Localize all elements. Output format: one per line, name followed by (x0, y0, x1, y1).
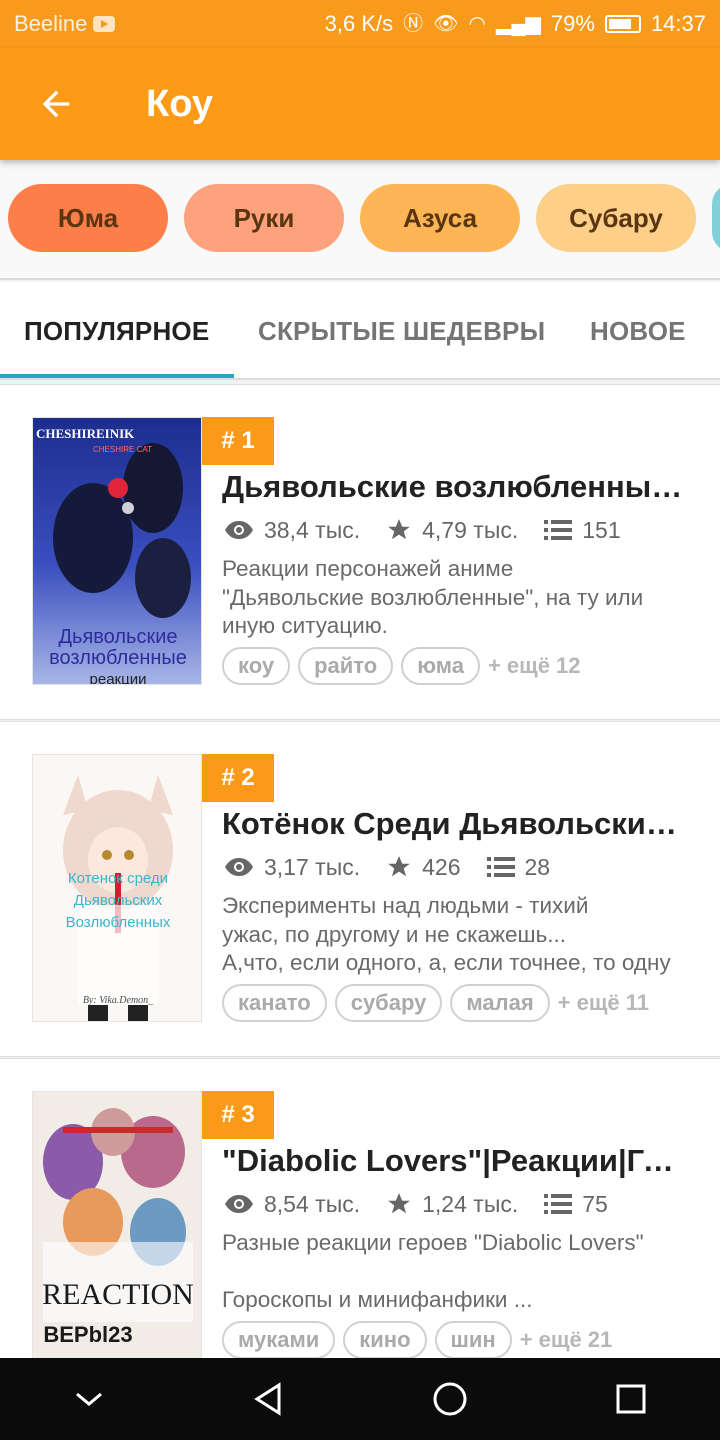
hide-nav-chevron-icon[interactable] (74, 1389, 104, 1409)
cover-text-main3: реакции (90, 671, 147, 685)
cover-text-sub: CHESHIRE CAT (93, 445, 152, 454)
story-card[interactable]: REACTION BEPbl23 # 3 "Diabolic Lovers"|Р… (0, 1058, 720, 1394)
tab-new[interactable]: НОВОЕ (590, 282, 686, 380)
star-icon (388, 1193, 410, 1214)
star-icon (388, 856, 410, 877)
system-nav-bar (0, 1358, 720, 1440)
home-circle-icon[interactable] (432, 1381, 468, 1417)
rank-badge: # 3 (202, 1091, 274, 1139)
eye-icon (225, 858, 253, 876)
tag-chip[interactable]: субару (334, 984, 443, 1022)
story-cover-image: CHESHIREINIK CHESHIRE CAT Дьявольские во… (32, 417, 202, 685)
story-tags: муками кино шин + ещё 21 (222, 1321, 612, 1359)
page-title: Коу (146, 82, 214, 125)
more-tags[interactable]: + ещё 21 (520, 1327, 613, 1353)
tag-chip[interactable]: райто (298, 647, 394, 685)
arrow-back-icon (42, 90, 70, 118)
story-title: Дьявольские возлюбленные: реакции (222, 469, 692, 504)
story-description: Разные реакции героев "Diabolic Lovers" … (222, 1230, 644, 1312)
app-bar: Коу (0, 48, 720, 160)
views-count: 8,54 тыс. (264, 1190, 361, 1217)
story-card[interactable]: CHESHIREINIK CHESHIRE CAT Дьявольские во… (0, 384, 720, 720)
story-tags: канато субару малая + ещё 11 (222, 984, 649, 1022)
story-card[interactable]: Котенок среди Дьявольских Возлюбленных B… (0, 721, 720, 1057)
stars-count: 4,79 тыс. (422, 516, 519, 543)
chip-subaru[interactable]: Субару (536, 184, 696, 252)
story-stats: 3,17 тыс. 426 28 (224, 850, 576, 884)
parts-count: 75 (582, 1190, 608, 1217)
story-title: "Diabolic Lovers"|Реакции|Гороскопы (222, 1143, 692, 1178)
chip-ruki[interactable]: Руки (184, 184, 344, 252)
story-tags: коу райто юма + ещё 12 (222, 647, 581, 685)
tag-chip[interactable]: юма (401, 647, 480, 685)
list-icon (486, 857, 515, 877)
cover-text-main1: Дьявольские (58, 626, 177, 648)
battery-percent: 79% (550, 11, 595, 36)
cover-text-main2: BEPbl23 (43, 1322, 132, 1347)
cover-text-main2: Дьявольских (74, 892, 163, 909)
story-stats: 8,54 тыс. 1,24 тыс. 75 (224, 1187, 634, 1221)
cover-text-top: CHESHIREINIK (36, 426, 135, 441)
tag-chip[interactable]: шин (434, 1321, 512, 1359)
tag-chip[interactable]: канато (222, 984, 327, 1022)
story-title: Котёнок Среди Дьявольских Возлюбленных (222, 806, 692, 841)
youtube-notification-icon (93, 16, 116, 32)
views-count: 3,17 тыс. (264, 853, 361, 880)
battery-icon (604, 15, 641, 33)
list-icon (544, 520, 573, 540)
tag-chips-row: Юма Руки Азуса Субару (0, 160, 720, 280)
stars-count: 426 (422, 853, 461, 880)
tab-popular[interactable]: ПОПУЛЯРНОЕ (24, 282, 209, 380)
back-triangle-icon[interactable] (251, 1382, 285, 1416)
more-tags[interactable]: + ещё 11 (558, 990, 649, 1016)
star-icon (388, 519, 410, 540)
list-icon (544, 1194, 573, 1214)
active-tab-indicator (0, 374, 234, 378)
rank-badge: # 2 (202, 754, 274, 802)
story-description: Реакции персонажей аниме "Дьявольские во… (222, 556, 644, 638)
nfc-icon: Ⓝ (403, 13, 424, 35)
cover-text-main2: возлюбленные (49, 647, 187, 669)
back-button[interactable] (0, 48, 112, 160)
story-cover-image: REACTION BEPbl23 (32, 1091, 202, 1359)
chip-yuma[interactable]: Юма (8, 184, 168, 252)
cover-text-main1: REACTION (42, 1278, 194, 1311)
tag-chip[interactable]: малая (450, 984, 550, 1022)
rank-badge: # 1 (202, 417, 274, 465)
clock: 14:37 (650, 11, 706, 36)
more-tags[interactable]: + ещё 12 (488, 653, 581, 679)
story-stats: 38,4 тыс. 4,79 тыс. 151 (224, 513, 647, 547)
tab-hidden-gems[interactable]: СКРЫТЫЕ ШЕДЕВРЫ (258, 282, 545, 380)
chip-partial[interactable] (712, 184, 720, 252)
views-count: 38,4 тыс. (264, 516, 361, 543)
network-speed: 3,6 K/s (324, 11, 394, 36)
signal-icon: ▂▄▆ (495, 13, 541, 35)
eye-icon (225, 521, 253, 539)
recents-square-icon[interactable] (615, 1383, 647, 1415)
eye-comfort-icon: 👁 (433, 13, 459, 35)
tag-chip[interactable]: коу (222, 647, 291, 685)
parts-count: 151 (582, 516, 621, 543)
chip-azusa[interactable]: Азуса (360, 184, 520, 252)
tab-bar: ПОПУЛЯРНОЕ СКРЫТЫЕ ШЕДЕВРЫ НОВОЕ (0, 282, 720, 380)
carrier-name: Beeline (14, 11, 88, 36)
story-cover-image: Котенок среди Дьявольских Возлюбленных B… (32, 754, 202, 1022)
eye-icon (225, 1195, 253, 1213)
parts-count: 28 (524, 853, 551, 880)
tag-chip[interactable]: кино (343, 1321, 427, 1359)
cover-signature: By: Vika.Demon_ (83, 995, 154, 1006)
cover-text-main3: Возлюбленных (66, 914, 171, 931)
status-bar: Beeline 3,6 K/s Ⓝ 👁 ◠ ▂▄▆ 79% 14:37 (0, 0, 720, 48)
cover-text-main1: Котенок среди (68, 870, 168, 887)
tag-chip[interactable]: муками (222, 1321, 336, 1359)
story-description: Эксперименты над людьми - тихий ужас, по… (222, 893, 671, 975)
wifi-icon: ◠ (468, 13, 486, 35)
stars-count: 1,24 тыс. (422, 1190, 519, 1217)
